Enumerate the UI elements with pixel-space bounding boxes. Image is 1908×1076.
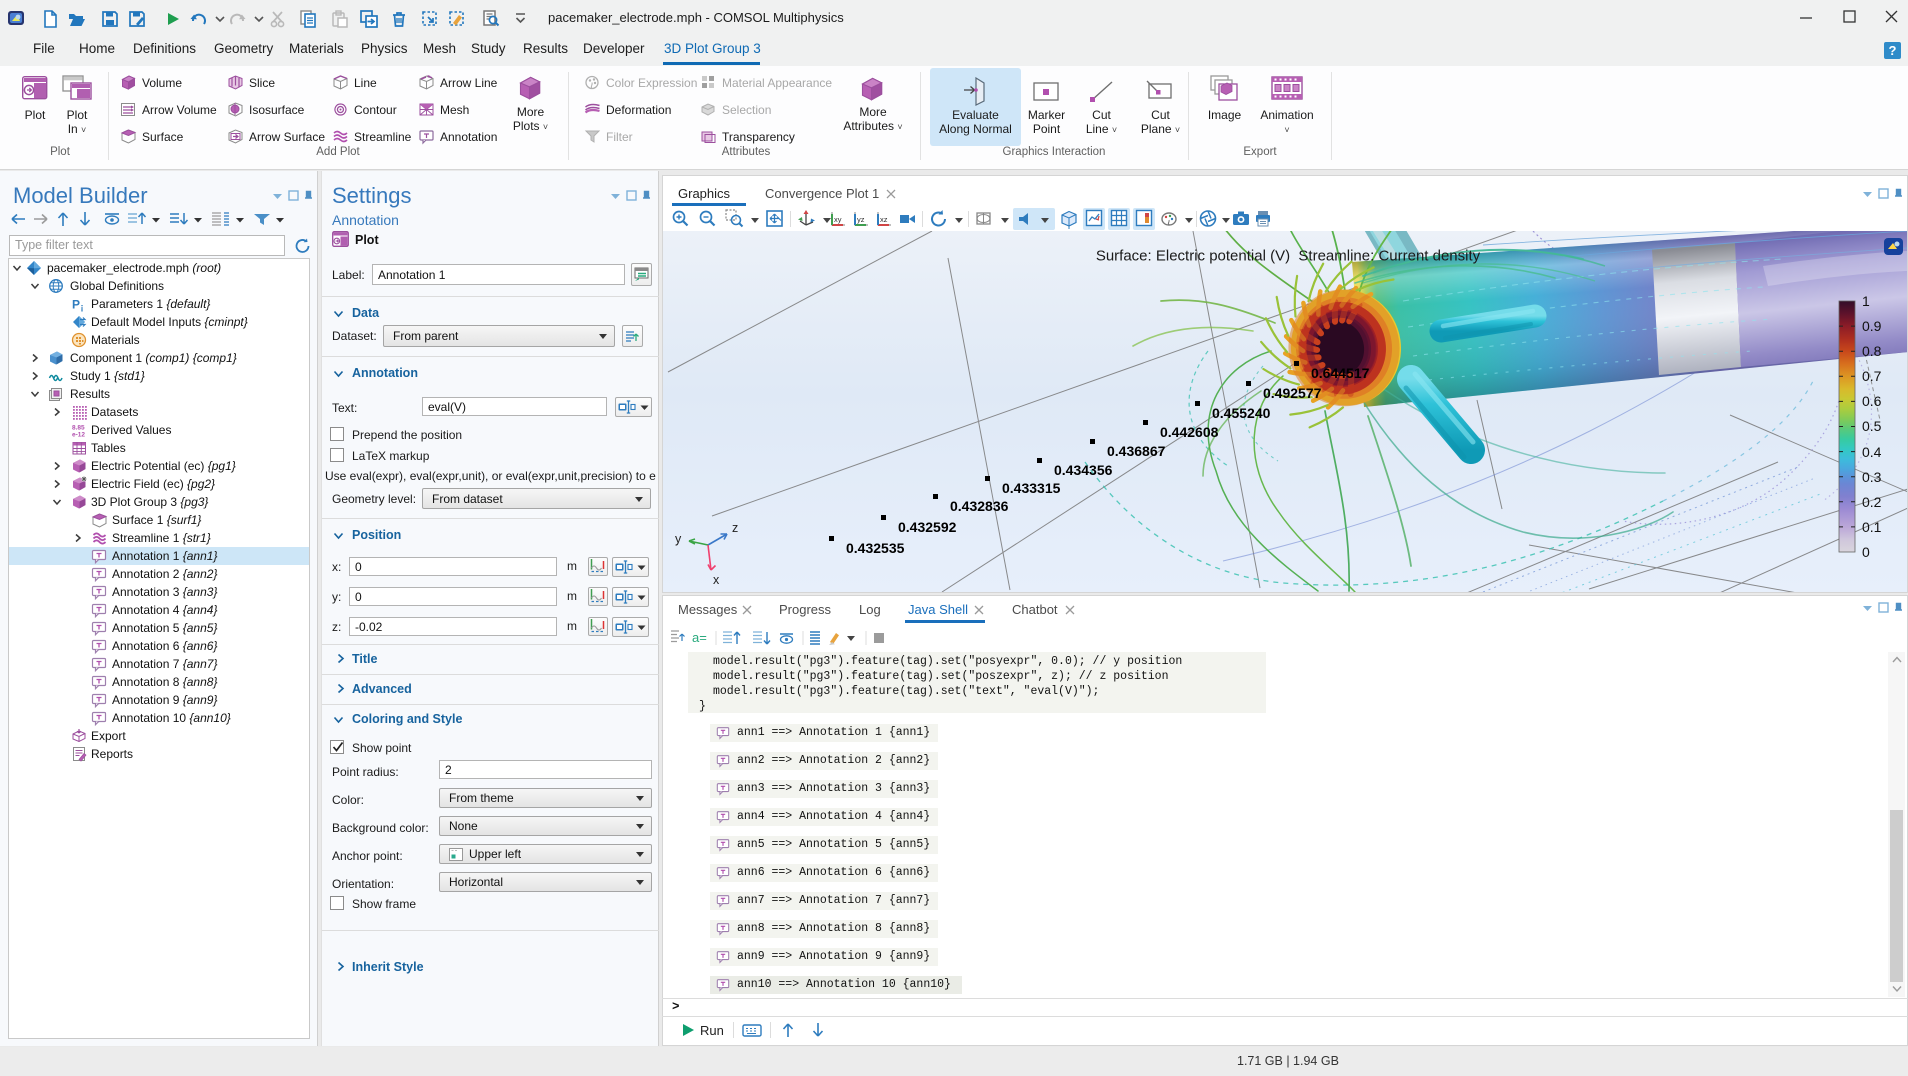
svg-text:0.2: 0.2 <box>1862 494 1882 510</box>
svg-text:0.432592: 0.432592 <box>898 519 957 535</box>
svg-text:0.3: 0.3 <box>1862 469 1882 485</box>
svg-text:Surface: Electric potential (V: Surface: Electric potential (V) Streamli… <box>1096 248 1481 265</box>
svg-text:1: 1 <box>1862 293 1870 309</box>
svg-text:0.432836: 0.432836 <box>950 498 1009 514</box>
svg-text:0.8: 0.8 <box>1862 343 1882 359</box>
svg-text:e-12: e-12 <box>72 432 85 439</box>
svg-text:0: 0 <box>1862 544 1870 560</box>
svg-text:0.455240: 0.455240 <box>1212 405 1271 421</box>
svg-text:xz: xz <box>880 215 888 224</box>
svg-text:0.9: 0.9 <box>1862 318 1882 334</box>
svg-text:a=: a= <box>692 630 707 645</box>
svg-text:0.492577: 0.492577 <box>1263 385 1322 401</box>
svg-text:0.644517: 0.644517 <box>1311 365 1370 381</box>
svg-text:0.5: 0.5 <box>1862 418 1882 434</box>
svg-text:0.6: 0.6 <box>1862 393 1882 409</box>
svg-text:y: y <box>675 532 682 546</box>
svg-text:0.432535: 0.432535 <box>846 540 905 556</box>
svg-text:P: P <box>72 298 80 312</box>
svg-text:0.436867: 0.436867 <box>1107 443 1166 459</box>
svg-text:0.7: 0.7 <box>1862 368 1882 384</box>
svg-text:x: x <box>713 573 720 587</box>
svg-text:0.1: 0.1 <box>1862 519 1882 535</box>
svg-text:xy: xy <box>834 215 842 224</box>
svg-text:8.85: 8.85 <box>72 425 85 432</box>
svg-text:¡: ¡ <box>81 302 84 312</box>
svg-text:0.433315: 0.433315 <box>1002 480 1061 496</box>
svg-text:0.434356: 0.434356 <box>1054 462 1113 478</box>
svg-text:yz: yz <box>857 215 865 224</box>
svg-text:0.442608: 0.442608 <box>1160 424 1219 440</box>
svg-text:0.4: 0.4 <box>1862 444 1882 460</box>
svg-text:z: z <box>732 521 738 535</box>
